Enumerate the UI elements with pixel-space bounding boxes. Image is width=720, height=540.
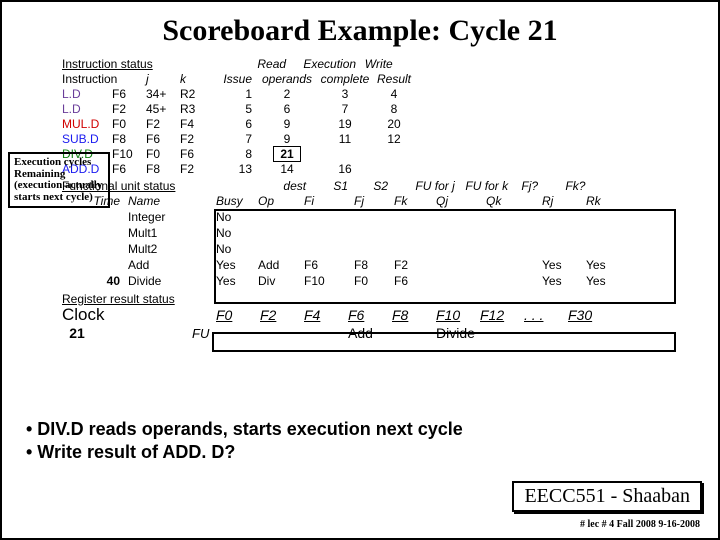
col-rjh: Fj?: [521, 179, 565, 193]
footer-lecture-info: # lec # 4 Fall 2008 9-16-2008: [580, 519, 700, 530]
footer-course: EECC551 - Shaaban: [512, 481, 702, 512]
col-s1: S1: [333, 179, 373, 193]
reg-value-cell: [392, 325, 436, 341]
col-fk: Fk: [394, 194, 436, 208]
fu-row: 40DivideYesDivF10F0F6YesYes: [62, 273, 718, 289]
bullet-1: • DIV.D reads operands, starts execution…: [26, 418, 463, 441]
reg-status-label: Register result status: [62, 292, 175, 306]
instr-row: MUL.DF0F2F4691920: [62, 116, 718, 131]
reg-value-cell: Add: [348, 325, 392, 341]
col-qk: Qk: [486, 194, 542, 208]
instr-cols: Instruction j k Issue operands complete …: [62, 71, 718, 86]
col-busy: Busy: [216, 194, 258, 208]
col-rkh: Fk?: [565, 179, 605, 193]
reg-value-cell: [480, 325, 524, 341]
col-instruction: Instruction: [62, 72, 112, 86]
instr-row: ADD.DF6F8F2131416: [62, 161, 718, 176]
reg-header-cell: F2: [260, 307, 304, 323]
reg-header-cell: F8: [392, 307, 436, 323]
col-fi: Fi: [304, 194, 354, 208]
reg-header-cell: F4: [304, 307, 348, 323]
instr-rows: L.DF634+R21234L.DF245+R35678MUL.DF0F2F46…: [62, 86, 718, 176]
bullet-points: • DIV.D reads operands, starts execution…: [26, 418, 463, 463]
reg-value-cell: [568, 325, 612, 341]
fu-row: Mult2No: [62, 241, 718, 257]
reg-value-cell: [216, 325, 260, 341]
clock-label: Clock: [62, 305, 152, 325]
fu-row: AddYesAddF6F8F2YesYes: [62, 257, 718, 273]
fu-cols: Time Name Busy Op Fi Fj Fk Qj Qk Rj Rk: [62, 193, 718, 209]
instr-row: DIV.DF10F0F6821: [62, 146, 718, 161]
reg-header-cell: F0: [216, 307, 260, 323]
reg-value-row: 21 FU Add Divide: [62, 324, 718, 342]
col-read-top: Read: [243, 57, 301, 71]
fu-rows: IntegerNoMult1NoMult2NoAddYesAddF6F8F2Ye…: [62, 209, 718, 289]
col-dest: dest: [283, 179, 333, 193]
instr-status-heading: Instruction status Read Execution Write: [62, 56, 718, 71]
col-qj: Qj: [436, 194, 486, 208]
reg-header-cell: F30: [568, 307, 612, 323]
instr-row: L.DF245+R35678: [62, 101, 718, 116]
reg-header-row: Clock F0F2F4F6F8F10F12. . .F30: [62, 306, 718, 324]
reg-header-cell: . . .: [524, 307, 568, 323]
fu-row: Mult1No: [62, 225, 718, 241]
reg-vals: Add Divide: [216, 325, 612, 341]
fu-label: FU: [192, 326, 216, 341]
col-fuk: FU for k: [465, 179, 521, 193]
reg-value-cell: [524, 325, 568, 341]
col-s2: S2: [373, 179, 415, 193]
bullet-2: • Write result of ADD. D?: [26, 441, 463, 464]
col-j: j: [146, 72, 180, 86]
instr-row: L.DF634+R21234: [62, 86, 718, 101]
reg-value-cell: [304, 325, 348, 341]
col-name: Name: [128, 194, 216, 208]
instr-row: SUB.DF8F6F2791112: [62, 131, 718, 146]
col-issue: Issue: [216, 72, 258, 86]
reg-headers: F0F2F4F6F8F10F12. . .F30: [216, 307, 612, 323]
instr-status-label: Instruction status: [62, 57, 153, 71]
fu-row: IntegerNo: [62, 209, 718, 225]
reg-header-cell: F6: [348, 307, 392, 323]
fu-heading-row: Functional unit status dest S1 S2 FU for…: [62, 178, 718, 193]
reg-value-cell: Divide: [436, 325, 480, 341]
col-fj: Fj: [354, 194, 394, 208]
col-rk: Rk: [586, 194, 626, 208]
clock-value: 21: [62, 325, 92, 341]
col-k: k: [180, 72, 216, 86]
reg-value-cell: [260, 325, 304, 341]
col-op: Op: [258, 194, 304, 208]
col-rj: Rj: [542, 194, 586, 208]
slide-title: Scoreboard Example: Cycle 21: [2, 14, 718, 48]
reg-heading: Register result status: [62, 291, 718, 306]
execution-note: Execution cycles Remaining (execution ac…: [8, 152, 110, 208]
reg-header-cell: F12: [480, 307, 524, 323]
reg-header-cell: F10: [436, 307, 480, 323]
col-fuj: FU for j: [415, 179, 465, 193]
